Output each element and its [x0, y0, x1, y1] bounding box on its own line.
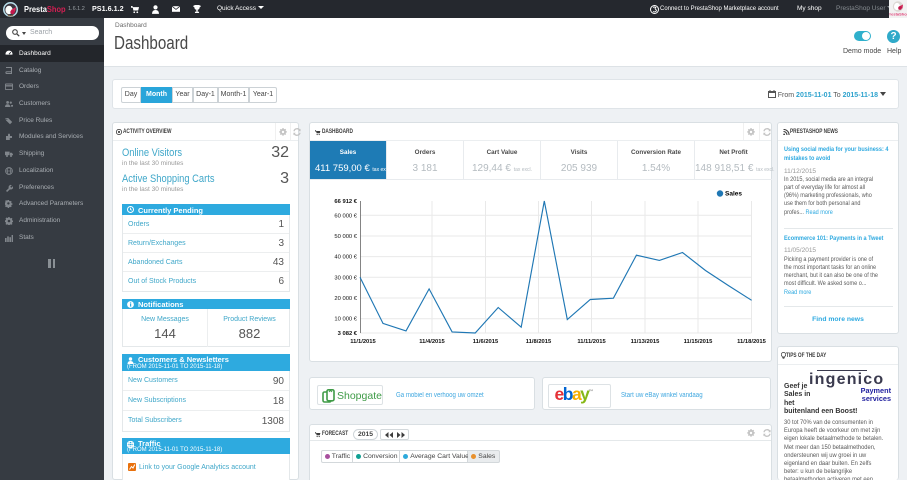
svg-text:11/8/2015: 11/8/2015	[526, 339, 552, 345]
svg-text:11/11/2015: 11/11/2015	[577, 339, 606, 345]
svg-text:11/1/2015: 11/1/2015	[350, 339, 376, 345]
svg-text:11/15/2015: 11/15/2015	[684, 339, 713, 345]
svg-text:11/4/2015: 11/4/2015	[419, 339, 445, 345]
svg-text:50 000 €: 50 000 €	[334, 234, 357, 240]
svg-text:PrestaShop: PrestaShop	[889, 12, 907, 17]
svg-text:20 000 €: 20 000 €	[334, 296, 357, 302]
svg-text:66 912 €: 66 912 €	[334, 199, 357, 205]
svg-text:60 000 €: 60 000 €	[334, 213, 357, 219]
svg-text:11/13/2015: 11/13/2015	[631, 339, 660, 345]
svg-text:11/18/2015: 11/18/2015	[737, 339, 766, 345]
svg-text:3 082 €: 3 082 €	[338, 331, 358, 337]
svg-text:10 000 €: 10 000 €	[334, 317, 357, 323]
svg-text:Sales: Sales	[725, 191, 742, 198]
svg-text:40 000 €: 40 000 €	[334, 255, 357, 261]
svg-text:11/6/2015: 11/6/2015	[473, 339, 499, 345]
svg-text:30 000 €: 30 000 €	[334, 275, 357, 281]
